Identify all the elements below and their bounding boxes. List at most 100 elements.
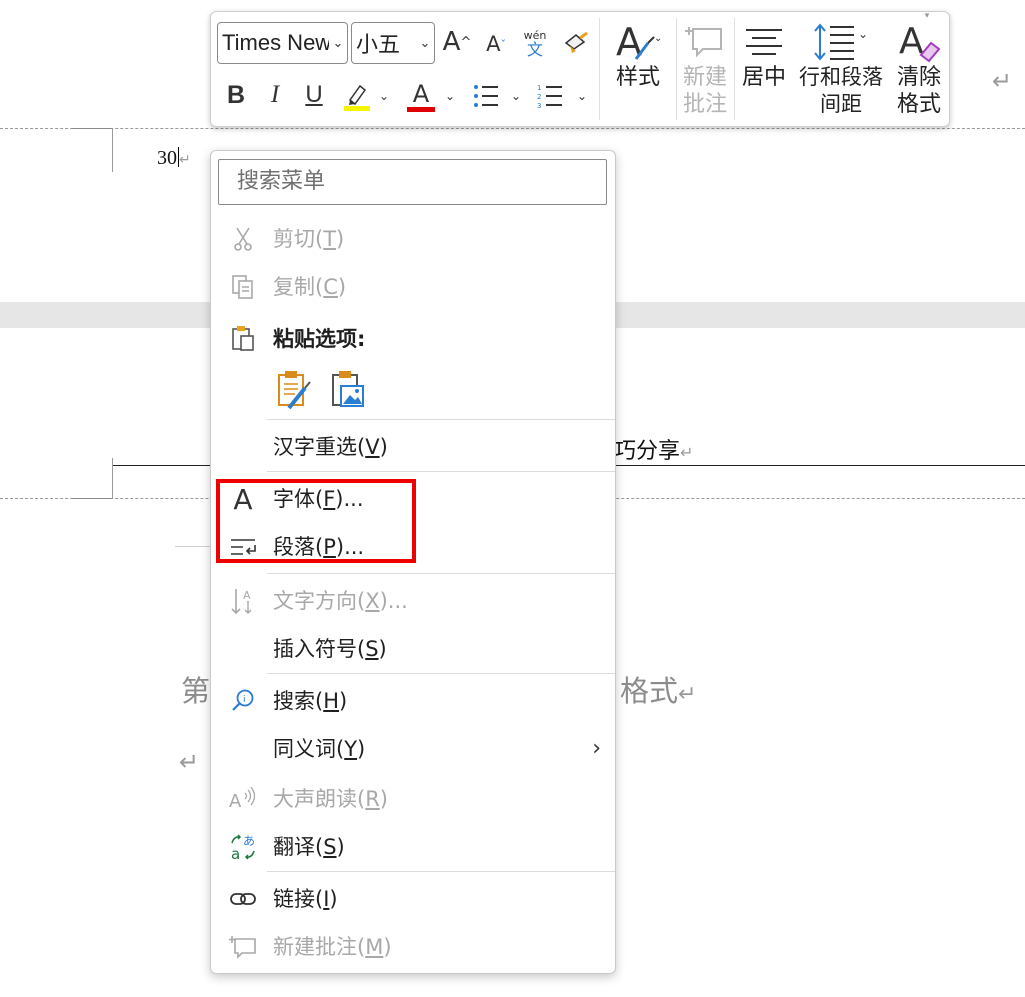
new-comment-label-2: 批注 bbox=[682, 92, 727, 117]
underline-button[interactable]: U bbox=[301, 78, 327, 112]
accelerator-key: X bbox=[365, 589, 380, 613]
svg-text:i: i bbox=[243, 695, 246, 705]
menu-item-search[interactable]: i 搜索(H) bbox=[211, 679, 615, 723]
margin-corner-mark bbox=[112, 458, 113, 498]
new-comment-button[interactable]: 新建 批注 bbox=[677, 20, 733, 118]
paste-keep-source-formatting-button[interactable] bbox=[273, 369, 315, 411]
chevron-down-icon[interactable]: ⌄ bbox=[509, 86, 523, 106]
search-menu-input[interactable]: 搜索菜单 bbox=[218, 159, 607, 205]
highlight-button[interactable] bbox=[339, 78, 375, 114]
menu-item-label: 翻译( bbox=[273, 835, 324, 859]
numbered-list-icon: 1 2 3 bbox=[537, 84, 562, 109]
margin-corner-mark bbox=[112, 128, 113, 172]
styles-button[interactable]: A ⌄ 样式 bbox=[607, 20, 669, 91]
font-color-icon: A bbox=[412, 79, 430, 108]
menu-item-label-tail: ) bbox=[339, 689, 348, 713]
menu-item-label: 复制( bbox=[273, 275, 324, 299]
menu-item-label: 新建批注( bbox=[273, 935, 366, 959]
align-center-icon bbox=[746, 29, 782, 55]
font-name-dropdown[interactable]: Times New ⌄ bbox=[217, 22, 348, 64]
document-heading-left[interactable]: 第 bbox=[181, 668, 210, 710]
menu-item-translate[interactable]: aあ 翻译(S) bbox=[211, 825, 615, 869]
paragraph-mark: ↵ bbox=[179, 152, 191, 168]
grow-font-icon: A bbox=[442, 27, 461, 57]
menu-item-copy[interactable]: 复制(C) bbox=[211, 265, 615, 309]
accelerator-key: R bbox=[365, 787, 380, 811]
phonetic-guide-button[interactable]: wén 文 bbox=[519, 26, 551, 60]
translate-icon: aあ bbox=[227, 831, 259, 863]
page-margin-guide bbox=[0, 128, 1025, 129]
menu-item-label: 链接( bbox=[273, 887, 324, 911]
chevron-down-icon: ⌄ bbox=[419, 35, 431, 50]
format-painter-button[interactable] bbox=[559, 26, 593, 60]
menu-item-cut[interactable]: 剪切(T) bbox=[211, 217, 615, 261]
format-painter-icon bbox=[564, 31, 588, 53]
menu-item-label: 大声朗读( bbox=[273, 787, 366, 811]
menu-item-label-tail: ) bbox=[379, 787, 388, 811]
center-label: 居中 bbox=[741, 65, 786, 90]
menu-item-label-tail: ) bbox=[329, 887, 338, 911]
menu-item-label-tail: ) bbox=[337, 275, 347, 299]
new-comment-label-1: 新建 bbox=[682, 65, 727, 90]
menu-item-text-direction[interactable]: A 文字方向(X)... bbox=[211, 579, 615, 623]
annotation-highlight-box bbox=[216, 479, 416, 563]
grow-font-button[interactable]: A ^ bbox=[441, 24, 473, 60]
accelerator-key: C bbox=[323, 275, 338, 299]
accelerator-key: T bbox=[323, 227, 337, 251]
svg-text:a: a bbox=[231, 845, 240, 861]
clear-formatting-button[interactable]: A 清除 格式 bbox=[893, 20, 945, 118]
paragraph-mark: ↵ bbox=[680, 443, 694, 462]
paragraph-mark: ↵ bbox=[992, 67, 1013, 95]
menu-item-new-comment[interactable]: 新建批注(M) bbox=[211, 925, 615, 969]
accelerator-key: S bbox=[323, 835, 337, 859]
document-text: 格式 bbox=[620, 674, 679, 708]
shrink-font-button[interactable]: Aˇ bbox=[481, 28, 511, 60]
menu-item-read-aloud[interactable]: A 大声朗读(R) bbox=[211, 777, 615, 821]
font-color-button[interactable]: A bbox=[403, 78, 439, 114]
accelerator-key: V bbox=[365, 435, 380, 459]
accelerator-key: S bbox=[365, 637, 379, 661]
paste-icon bbox=[227, 323, 259, 355]
italic-button[interactable]: I bbox=[263, 78, 287, 112]
numbering-button[interactable]: 1 2 3 bbox=[533, 80, 567, 112]
chevron-down-icon[interactable]: ⌄ bbox=[377, 86, 391, 106]
accelerator-key: M bbox=[365, 935, 384, 959]
chevron-right-icon: › bbox=[592, 736, 601, 761]
phonetic-guide-bottom: 文 bbox=[526, 40, 543, 59]
chevron-down-icon[interactable]: ⌄ bbox=[575, 86, 589, 106]
document-line[interactable]: 巧分享↵ bbox=[614, 433, 693, 465]
mini-toolbar: ▾ Times New ⌄ 小五 ⌄ A ^ Aˇ wén 文 B I U ⌄ … bbox=[210, 11, 950, 127]
font-size-dropdown[interactable]: 小五 ⌄ bbox=[351, 22, 435, 64]
paste-picture-icon bbox=[332, 371, 364, 407]
line-spacing-button[interactable]: ⌄ 行和段落 间距 bbox=[793, 20, 889, 118]
line-spacing-label-2: 间距 bbox=[820, 92, 862, 116]
svg-text:2: 2 bbox=[537, 93, 541, 101]
menu-item-paste-options: 粘贴选项: bbox=[211, 317, 615, 361]
margin-corner-mark bbox=[72, 128, 112, 129]
chevron-down-icon[interactable]: ⌄ bbox=[443, 86, 457, 106]
menu-item-link[interactable]: 链接(I) bbox=[211, 877, 615, 921]
font-color-swatch bbox=[407, 106, 435, 112]
menu-item-label-tail: ) bbox=[336, 227, 345, 251]
link-icon bbox=[227, 883, 259, 915]
menu-separator bbox=[267, 573, 615, 574]
menu-separator bbox=[267, 419, 615, 420]
paste-options-label: 粘贴选项: bbox=[273, 327, 366, 351]
menu-item-synonyms[interactable]: 同义词(Y) › bbox=[211, 727, 615, 771]
menu-item-reconvert[interactable]: 汉字重选(V) bbox=[211, 425, 615, 469]
clear-formatting-icon: A bbox=[899, 21, 941, 63]
paste-picture-button[interactable] bbox=[327, 369, 369, 411]
bold-button[interactable]: B bbox=[223, 78, 249, 112]
menu-item-label-tail: )... bbox=[379, 589, 408, 613]
svg-text:1: 1 bbox=[537, 84, 541, 92]
document-line[interactable]: 30 ↵ bbox=[157, 147, 191, 170]
menu-item-label: 同义词( bbox=[273, 737, 345, 761]
copy-icon bbox=[227, 271, 259, 303]
bullets-button[interactable] bbox=[469, 80, 503, 112]
styles-label: 样式 bbox=[615, 65, 660, 90]
menu-separator bbox=[267, 871, 615, 872]
center-align-button[interactable]: 居中 bbox=[737, 20, 791, 91]
document-heading-right[interactable]: 格式↵ bbox=[620, 668, 696, 710]
menu-item-insert-symbol[interactable]: 插入符号(S) bbox=[211, 627, 615, 671]
svg-text:3: 3 bbox=[537, 102, 541, 109]
